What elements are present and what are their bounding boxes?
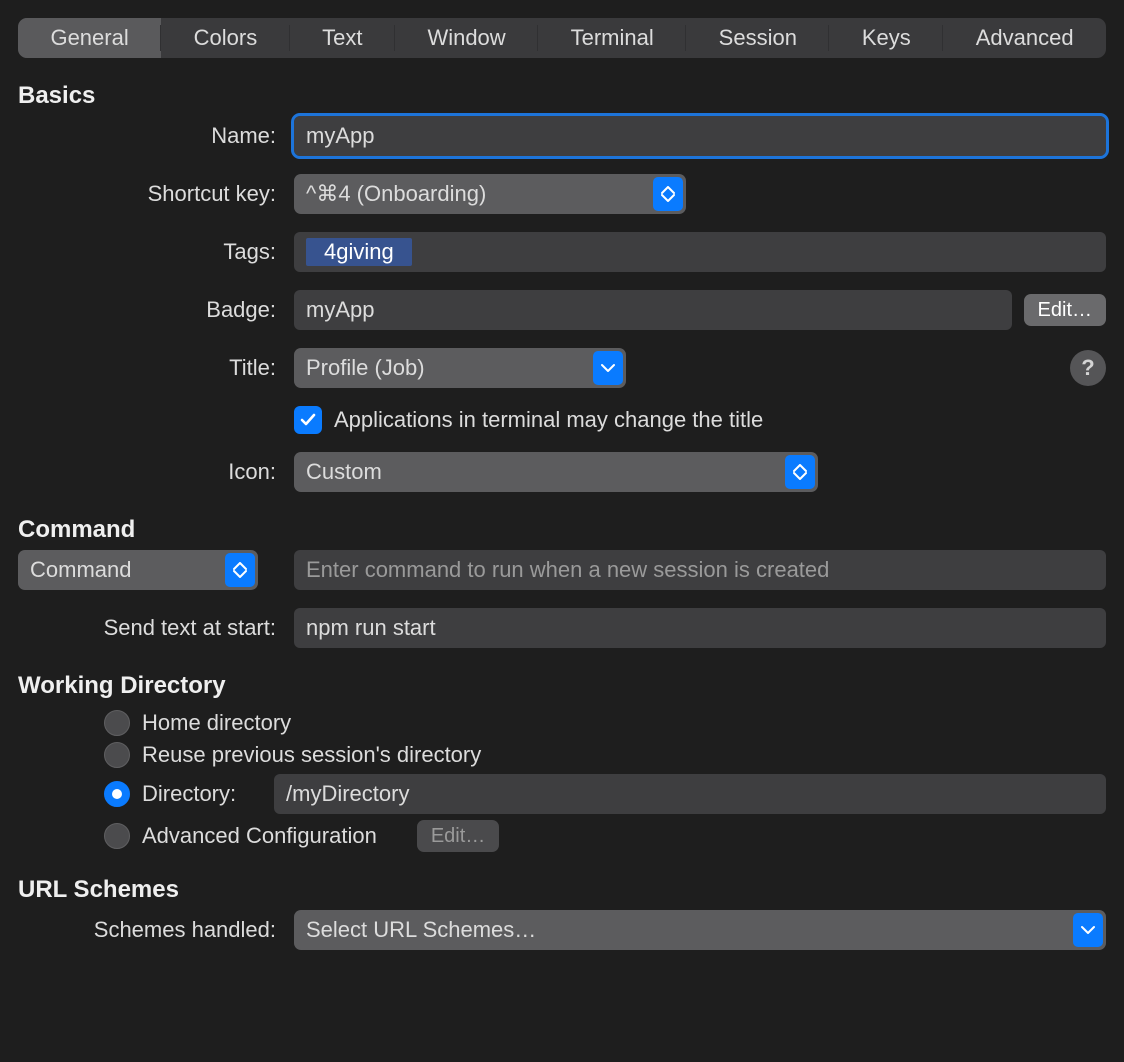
- title-change-checkbox[interactable]: [294, 406, 322, 434]
- badge-label: Badge:: [18, 297, 278, 323]
- tab-keys[interactable]: Keys: [829, 18, 943, 58]
- badge-input-value: myApp: [306, 297, 374, 323]
- send-text-label: Send text at start:: [18, 615, 278, 641]
- icon-label: Icon:: [18, 459, 278, 485]
- radio-reuse-previous-label: Reuse previous session's directory: [142, 742, 481, 768]
- updown-icon: [785, 455, 815, 489]
- title-popup[interactable]: Profile (Job): [294, 348, 626, 388]
- radio-advanced-config[interactable]: [104, 823, 130, 849]
- command-mode-popup[interactable]: Command: [18, 550, 258, 590]
- updown-icon: [653, 177, 683, 211]
- chevron-down-icon: [1073, 913, 1103, 947]
- title-popup-value: Profile (Job): [306, 355, 425, 381]
- check-icon: [299, 411, 317, 429]
- radio-advanced-config-label: Advanced Configuration: [142, 823, 377, 849]
- preferences-tabbar: General Colors Text Window Terminal Sess…: [18, 18, 1106, 58]
- radio-directory-label: Directory:: [142, 781, 262, 807]
- directory-input[interactable]: /myDirectory: [274, 774, 1106, 814]
- radio-home-directory-label: Home directory: [142, 710, 291, 736]
- name-input[interactable]: myApp: [294, 116, 1106, 156]
- updown-icon: [225, 553, 255, 587]
- icon-popup-value: Custom: [306, 459, 382, 485]
- shortcut-value: ^⌘4 (Onboarding): [306, 181, 486, 207]
- schemes-handled-value: Select URL Schemes…: [306, 917, 536, 943]
- section-working-dir-title: Working Directory: [18, 672, 1106, 700]
- tags-label: Tags:: [18, 239, 278, 265]
- section-url-schemes-title: URL Schemes: [18, 876, 1106, 904]
- name-label: Name:: [18, 123, 278, 149]
- tab-session[interactable]: Session: [686, 18, 829, 58]
- badge-edit-button[interactable]: Edit…: [1024, 294, 1106, 326]
- radio-directory[interactable]: [104, 781, 130, 807]
- radio-reuse-previous[interactable]: [104, 742, 130, 768]
- tag-chip[interactable]: 4giving: [306, 238, 412, 266]
- section-basics-title: Basics: [18, 82, 1106, 110]
- title-change-checkbox-label: Applications in terminal may change the …: [334, 407, 763, 433]
- advanced-config-edit-button[interactable]: Edit…: [417, 820, 499, 852]
- radio-home-directory[interactable]: [104, 710, 130, 736]
- tab-advanced[interactable]: Advanced: [943, 18, 1106, 58]
- command-input-placeholder: Enter command to run when a new session …: [306, 557, 829, 583]
- tab-colors[interactable]: Colors: [161, 18, 290, 58]
- send-text-input-value: npm run start: [306, 615, 436, 641]
- chevron-down-icon: [593, 351, 623, 385]
- title-label: Title:: [18, 355, 278, 381]
- send-text-input[interactable]: npm run start: [294, 608, 1106, 648]
- tab-general[interactable]: General: [18, 18, 161, 58]
- tab-text[interactable]: Text: [290, 18, 395, 58]
- tags-input[interactable]: 4giving: [294, 232, 1106, 272]
- command-mode-value: Command: [30, 557, 131, 583]
- section-command-title: Command: [18, 516, 1106, 544]
- badge-input[interactable]: myApp: [294, 290, 1012, 330]
- directory-input-value: /myDirectory: [286, 781, 409, 807]
- name-input-value: myApp: [306, 123, 374, 149]
- tab-window[interactable]: Window: [395, 18, 538, 58]
- command-input[interactable]: Enter command to run when a new session …: [294, 550, 1106, 590]
- schemes-handled-label: Schemes handled:: [18, 917, 278, 943]
- icon-popup[interactable]: Custom: [294, 452, 818, 492]
- title-help-button[interactable]: ?: [1070, 350, 1106, 386]
- tab-terminal[interactable]: Terminal: [538, 18, 686, 58]
- shortcut-label: Shortcut key:: [18, 181, 278, 207]
- schemes-handled-popup[interactable]: Select URL Schemes…: [294, 910, 1106, 950]
- shortcut-popup[interactable]: ^⌘4 (Onboarding): [294, 174, 686, 214]
